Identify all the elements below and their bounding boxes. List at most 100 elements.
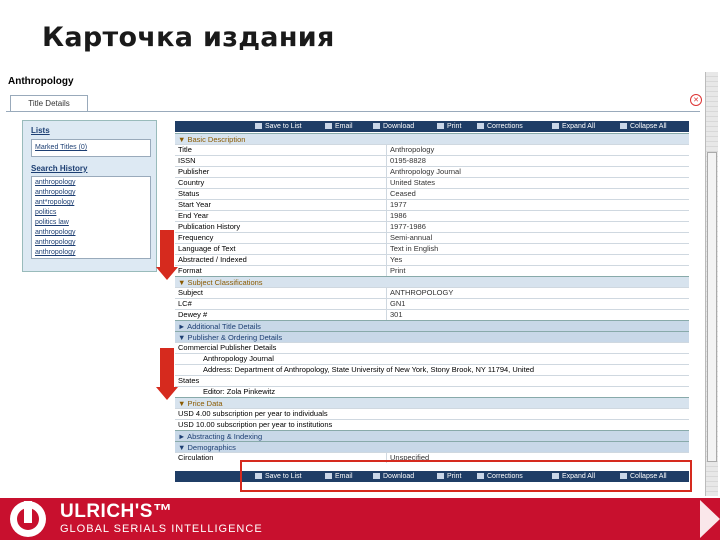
subject-field-row: Subject ANTHROPOLOGY — [175, 287, 689, 298]
history-item[interactable]: anthropology — [32, 178, 150, 188]
vertical-scrollbar[interactable] — [705, 72, 718, 496]
basic-field-row: Abstracted / Indexed Yes — [175, 254, 689, 265]
field-label: Language of Text — [178, 244, 236, 253]
history-item[interactable]: anthropology — [32, 228, 150, 238]
ulrichs-screenshot: Anthropology Title Details ✕ Lists Marke… — [0, 70, 720, 498]
basic-field-row: Title Anthropology — [175, 144, 689, 155]
field-value: United States — [386, 178, 689, 188]
print-icon — [437, 123, 444, 129]
expand-icon — [552, 123, 559, 129]
field-label: Publication History — [178, 222, 241, 231]
publisher-address: Address: Department of Anthropology, Sta… — [175, 364, 689, 375]
marked-titles-link[interactable]: Marked Titles (0) — [32, 140, 150, 153]
basic-field-row: Frequency Semi-annual — [175, 232, 689, 243]
publisher-address-cont: States — [175, 375, 689, 386]
print-button[interactable]: Print — [437, 121, 461, 132]
corrections-icon — [477, 123, 484, 129]
red-arrow-shaft — [160, 348, 174, 388]
field-value: Yes — [386, 255, 689, 265]
field-label: Format — [178, 266, 202, 275]
section-additional-title-details[interactable]: ► Additional Title Details — [175, 320, 689, 331]
basic-field-row: ISSN 0195-8828 — [175, 155, 689, 166]
search-history-box: anthropology anthropology ant*ropology p… — [31, 176, 151, 259]
field-value: 1986 — [386, 211, 689, 221]
section-basic-description[interactable]: ▼ Basic Description — [175, 133, 689, 144]
subject-field-row: LC# GN1 — [175, 298, 689, 309]
field-value: 0195-8828 — [386, 156, 689, 166]
field-label: LC# — [178, 299, 192, 308]
field-value: Anthropology — [386, 145, 689, 155]
field-value: Semi-annual — [386, 233, 689, 243]
save-icon — [255, 123, 262, 129]
search-history-title: Search History — [31, 164, 88, 173]
ulrichs-logo — [10, 501, 46, 537]
record-title: Anthropology — [8, 76, 74, 87]
basic-field-row: Format Print — [175, 265, 689, 276]
price-institutions: USD 10.00 subscription per year to insti… — [175, 419, 689, 430]
field-value: Text in English — [386, 244, 689, 254]
section-demographics[interactable]: ▼ Demographics — [175, 441, 689, 452]
history-item[interactable]: politics law — [32, 218, 150, 228]
slide-title: Карточка издания — [42, 22, 335, 53]
expand-all-button[interactable]: Expand All — [552, 121, 595, 132]
history-item[interactable]: politics — [32, 208, 150, 218]
field-label: Dewey # — [178, 310, 208, 319]
section-subject-classifications[interactable]: ▼ Subject Classifications — [175, 276, 689, 287]
download-button[interactable]: Download — [373, 121, 414, 132]
field-value: 1977 — [386, 200, 689, 210]
field-value: ANTHROPOLOGY — [386, 288, 689, 298]
ulrichs-footer: ULRICH'S™ GLOBAL SERIALS INTELLIGENCE — [0, 498, 720, 540]
publisher-editor: Editor: Zola Pinkewitz — [175, 386, 689, 397]
save-to-list-button[interactable]: Save to List — [255, 121, 302, 132]
red-arrow-shaft — [160, 230, 174, 268]
tab-title-details[interactable]: Title Details — [10, 95, 88, 111]
top-toolbar: Save to List Email Download Print Correc… — [175, 121, 689, 132]
field-value: Print — [386, 266, 689, 276]
scrollbar-thumb[interactable] — [707, 152, 717, 462]
field-value: Ceased — [386, 189, 689, 199]
subject-field-row: Dewey # 301 — [175, 309, 689, 320]
basic-field-row: Status Ceased — [175, 188, 689, 199]
section-publisher-ordering[interactable]: ▼ Publisher & Ordering Details — [175, 331, 689, 342]
lists-box: Marked Titles (0) — [31, 139, 151, 157]
basic-rows: Title Anthropology ISSN 0195-8828 Publisher A… — [175, 144, 689, 276]
email-button[interactable]: Email — [325, 121, 353, 132]
collapse-all-button[interactable]: Collapse All — [620, 121, 667, 132]
field-label: Frequency — [178, 233, 214, 242]
close-icon[interactable]: ✕ — [690, 94, 702, 106]
history-item[interactable]: anthropology — [32, 188, 150, 198]
field-value: Anthropology Journal — [386, 167, 689, 177]
history-item[interactable]: anthropology — [32, 238, 150, 248]
basic-field-row: Publication History 1977-1986 — [175, 221, 689, 232]
lists-title[interactable]: Lists — [31, 126, 50, 135]
corner-arrow-icon — [700, 500, 720, 538]
field-label: End Year — [178, 211, 209, 220]
left-panel: Lists Marked Titles (0) Search History a… — [22, 120, 157, 272]
subject-rows: Subject ANTHROPOLOGY LC# GN1 Dewey # 301 — [175, 287, 689, 320]
field-label: Publisher — [178, 167, 210, 176]
section-abstracting-indexing[interactable]: ► Abstracting & Indexing — [175, 430, 689, 441]
corrections-button[interactable]: Corrections — [477, 121, 523, 132]
field-label: Status — [178, 189, 200, 198]
basic-field-row: Start Year 1977 — [175, 199, 689, 210]
price-individuals: USD 4.00 subscription per year to indivi… — [175, 408, 689, 419]
basic-field-row: End Year 1986 — [175, 210, 689, 221]
field-label: Title — [178, 145, 192, 154]
field-label: ISSN — [178, 156, 196, 165]
field-value: 1977-1986 — [386, 222, 689, 232]
basic-field-row: Publisher Anthropology Journal — [175, 166, 689, 177]
tab-divider — [6, 111, 700, 112]
brand-name: ULRICH'S™ — [60, 501, 173, 522]
email-icon — [325, 123, 332, 129]
publisher-name: Anthropology Journal — [175, 353, 689, 364]
section-price-data[interactable]: ▼ Price Data — [175, 397, 689, 408]
history-item[interactable]: ant*ropology — [32, 198, 150, 208]
toolbar-highlight-box — [240, 460, 692, 492]
history-item[interactable]: anthropology — [32, 248, 150, 258]
publisher-heading: Commercial Publisher Details — [175, 342, 689, 353]
field-label: Start Year — [178, 200, 211, 209]
red-arrow-head — [156, 267, 178, 280]
record-details: ▼ Basic Description Title Anthropology ISS… — [175, 133, 689, 463]
basic-field-row: Country United States — [175, 177, 689, 188]
download-icon — [373, 123, 380, 129]
